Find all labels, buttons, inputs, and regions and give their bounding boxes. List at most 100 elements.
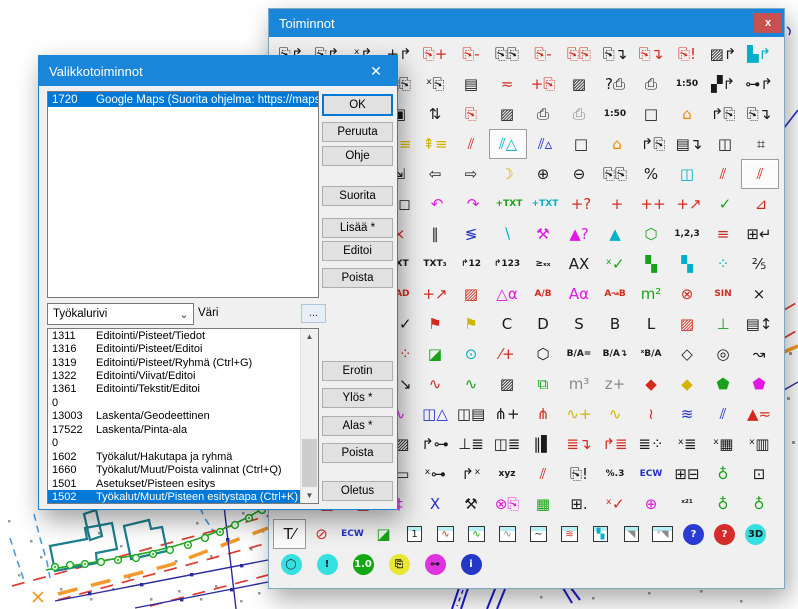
ok-button[interactable]: OK [322, 94, 393, 116]
toolbar-icon[interactable]: ≣⁘ [633, 430, 669, 458]
toolbar-icon[interactable]: A↝B [597, 280, 633, 308]
toolbar-icon[interactable]: ⁘ [705, 250, 741, 278]
toolbar-icon[interactable]: ⎘+ [417, 40, 453, 68]
toolbar-icon[interactable]: ◪ [417, 340, 453, 368]
toolbar-icon[interactable]: 1 [399, 520, 430, 548]
toolbar-icon[interactable]: ? [678, 520, 709, 548]
toolbar-icon[interactable]: ↱⎘ [635, 130, 671, 158]
toolbar-icon[interactable]: ⊞↵ [741, 220, 777, 248]
toolbar-icon[interactable]: + [599, 190, 635, 218]
toolbar-icon[interactable]: ∿ [430, 520, 461, 548]
toolbar-icon[interactable]: ? [709, 520, 740, 548]
toolbar-icon[interactable]: ▚ [633, 250, 669, 278]
toolbar-icon[interactable]: ˣ≣ [669, 430, 705, 458]
toolbar-icon[interactable]: C [489, 310, 525, 338]
toolbar-icon[interactable]: ◫▤ [453, 400, 489, 428]
toolbar-icon[interactable]: ⫽ [525, 460, 561, 488]
toolbar-icon[interactable]: D [525, 310, 561, 338]
toolbar-icon[interactable]: ◆ [669, 370, 705, 398]
toolbar-icon[interactable]: ⊘ [306, 520, 337, 548]
toolbar-icon[interactable]: ˣ✓ [597, 490, 633, 518]
toolbar-icon[interactable]: ⎙ [561, 100, 597, 128]
toolbar-icon[interactable]: ⎘↴ [741, 100, 777, 128]
toolbar-icon[interactable]: 1:50 [669, 70, 705, 98]
toolbar-icon[interactable]: ∿ [597, 400, 633, 428]
toolbar-icon[interactable]: 3D [740, 520, 771, 548]
toolbar-icon[interactable]: +↗ [417, 280, 453, 308]
toolbar-icon[interactable]: ▨ [453, 280, 489, 308]
toolbar-icon[interactable]: 1:50 [597, 100, 633, 128]
toolbar-icon[interactable]: ECW [337, 520, 368, 548]
toolbar-icon[interactable]: ◎ [705, 340, 741, 368]
toolbar-icon[interactable]: ⅖ [741, 250, 777, 278]
toolbar-icon[interactable]: +↗ [671, 190, 707, 218]
toolbar-icon[interactable]: ˣ✓ [597, 250, 633, 278]
toolbar-icon[interactable]: ∿ [492, 520, 523, 548]
toolbar-icon[interactable]: ↝ [741, 340, 777, 368]
toolbar-icon[interactable]: ▙↱ [741, 40, 777, 68]
toolbar-icon[interactable]: ∿ [417, 370, 453, 398]
toolbar-icon[interactable]: B∕A= [561, 340, 597, 368]
toolbar-icon[interactable]: ◇ [669, 340, 705, 368]
toolbar-icon[interactable]: ⊥ [705, 310, 741, 338]
toolbar-icon[interactable]: ▨↱ [705, 40, 741, 68]
toolbar-icon[interactable]: ▞↱ [705, 70, 741, 98]
toolbar-icon[interactable]: ▲≂ [741, 400, 777, 428]
toolbar-icon[interactable]: ▲ [597, 220, 633, 248]
toiminnot-close-button[interactable]: x [754, 13, 782, 33]
assigned-functions-list[interactable]: 1311Editointi/Pisteet/Tiedot1316Editoint… [47, 328, 319, 504]
toolbar-combobox[interactable]: Työkalurivi ⌄ [47, 303, 194, 325]
toolbar-icon[interactable]: ⬟ [705, 370, 741, 398]
toolbar-icon[interactable]: ⎘- [453, 40, 489, 68]
toolbar-icon[interactable]: ≋ [669, 400, 705, 428]
toolbar-icon[interactable]: ♁ [741, 490, 777, 518]
toolbar-icon[interactable]: ▚ [585, 520, 616, 548]
toolbar-icon[interactable]: ∿ [453, 370, 489, 398]
toolbar-icon[interactable]: ! [309, 550, 345, 578]
list-item[interactable]: 0 [48, 437, 301, 450]
toolbar-icon[interactable]: ?⎙ [597, 70, 633, 98]
toolbar-icon[interactable]: ⇞≡ [417, 130, 453, 158]
list-item[interactable]: 1311Editointi/Pisteet/Tiedot [48, 329, 301, 342]
toolbar-icon[interactable]: AX [561, 250, 597, 278]
toolbar-icon[interactable]: ≂ [489, 70, 525, 98]
toolbar-icon[interactable]: △α [489, 280, 525, 308]
toolbar-icon[interactable]: ˣB∕A [633, 340, 669, 368]
editoi-button[interactable]: Editoi [322, 241, 393, 261]
oletus-button[interactable]: Oletus [322, 481, 393, 501]
toolbar-icon[interactable]: ⊖ [561, 160, 597, 188]
toolbar-icon[interactable]: ♁ [705, 460, 741, 488]
alas-button[interactable]: Alas * [322, 416, 393, 436]
toolbar-icon[interactable]: ▨ [489, 100, 525, 128]
toolbar-icon[interactable]: ˣ⎘ [417, 70, 453, 98]
toolbar-icon[interactable]: ˣ◥ [647, 520, 678, 548]
list-item[interactable]: 1316Editointi/Pisteet/Editoi [48, 342, 301, 355]
toolbar-icon[interactable]: ⧉ [525, 370, 561, 398]
toolbar-icon[interactable]: +⎘ [525, 70, 561, 98]
toolbar-icon[interactable]: ⊞⊟ [669, 460, 705, 488]
toolbar-icon[interactable]: %.3 [597, 460, 633, 488]
toolbar-icon[interactable]: S [561, 310, 597, 338]
list-item[interactable]: 1720Google Maps (Suorita ohjelma: https:… [48, 92, 318, 107]
toolbar-icon[interactable]: ⫽ [453, 130, 489, 158]
toolbar-icon[interactable]: ⬡ [525, 340, 561, 368]
toolbar-icon[interactable]: ‖▌ [525, 430, 561, 458]
toolbar-icon[interactable]: ∼ [523, 520, 554, 548]
toolbar-icon[interactable]: ≀ [633, 400, 669, 428]
toolbar-icon[interactable]: ˣ²¹ [669, 490, 705, 518]
toolbar-icon[interactable]: ≋ [554, 520, 585, 548]
toolbar-icon[interactable]: TXT₃ [417, 250, 453, 278]
toolbar-icon[interactable]: ⊿ [743, 190, 779, 218]
toolbar-icon[interactable]: ⎘ [453, 100, 489, 128]
poista-button[interactable]: Poista [322, 268, 393, 288]
toolbar-icon[interactable]: ⚑ [453, 310, 489, 338]
toolbar-icon[interactable]: ⊥≣ [453, 430, 489, 458]
poista2-button[interactable]: Poista [322, 443, 393, 463]
toolbar-icon[interactable]: ◫ [707, 130, 743, 158]
toolbar-icon[interactable]: ↱12 [453, 250, 489, 278]
toolbar-icon[interactable]: ▤ [453, 70, 489, 98]
toolbar-icon[interactable]: 1.0 [345, 550, 381, 578]
toolbar-icon[interactable]: ▤↴ [671, 130, 707, 158]
toolbar-icon[interactable]: ∿ [461, 520, 492, 548]
toolbar-icon[interactable]: ⋔ [525, 400, 561, 428]
